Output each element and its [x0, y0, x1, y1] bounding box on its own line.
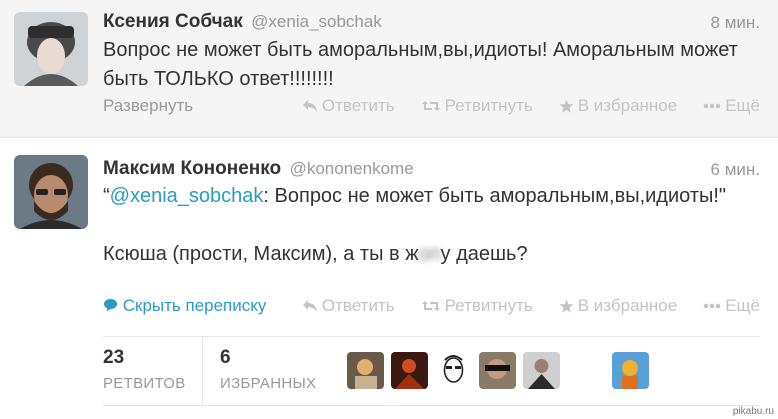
avatar[interactable]: [14, 12, 88, 86]
reply-text-part: у даешь?: [440, 243, 528, 265]
fullname[interactable]: Максим Кононенко: [103, 158, 281, 179]
favorite-label: В избранное: [577, 296, 678, 315]
favorites-stat[interactable]: 6 ИЗБРАННЫХ: [220, 347, 316, 392]
more-button[interactable]: Ещё: [703, 96, 760, 116]
reply-icon: [302, 300, 317, 312]
tweet-header: Максим Кононенко @kononenkome 6 мин.: [103, 158, 760, 182]
stats-divider: [202, 337, 203, 405]
more-label: Ещё: [725, 96, 760, 115]
username[interactable]: @kononenkome: [290, 159, 414, 178]
speech-bubble-icon: [104, 299, 117, 312]
favorites-label: ИЗБРАННЫХ: [220, 375, 317, 392]
retweet-label: Ретвитнуть: [444, 296, 533, 315]
tweet-sobchak: Ксения Собчак @xenia_sobchak 8 мин. Вопр…: [0, 0, 778, 138]
favoriter-avatar[interactable]: [347, 352, 384, 389]
favoriter-avatar[interactable]: [612, 352, 649, 389]
reply-button[interactable]: Ответить: [302, 296, 395, 316]
tweet-text: Вопрос не может быть аморальным,вы,идиот…: [103, 39, 738, 90]
favoriter-avatar[interactable]: [479, 352, 516, 389]
retweets-label: РЕТВИТОВ: [103, 375, 186, 392]
retweet-icon: [421, 301, 440, 311]
favoriter-avatar[interactable]: [435, 352, 472, 389]
quote-text: : Вопрос не может быть аморальным,вы,иди…: [263, 185, 727, 207]
reply-label: Ответить: [321, 96, 395, 115]
retweets-stat[interactable]: 23 РЕТВИТОВ: [103, 347, 186, 392]
tweet-actions: Скрыть переписку Ответить Ретвитнуть В и…: [103, 296, 760, 320]
timestamp[interactable]: 6 мин.: [711, 160, 760, 180]
tweet-header: Ксения Собчак @xenia_sobchak 8 мин.: [103, 11, 760, 35]
tweet-kononenko: Максим Кононенко @kononenkome 6 мин. “@x…: [0, 138, 778, 419]
favorite-button[interactable]: В избранное: [559, 296, 678, 316]
timestamp[interactable]: 8 мин.: [711, 13, 760, 33]
retweet-label: Ретвитнуть: [444, 96, 533, 115]
hide-conversation-label: Скрыть переписку: [122, 296, 267, 315]
tweet-text: “@xenia_sobchak: Вопрос не может быть ам…: [103, 182, 758, 269]
reply-icon: [302, 100, 317, 112]
expand-link[interactable]: Развернуть: [103, 96, 193, 116]
censored-word: оп: [418, 243, 441, 265]
favorite-label: В избранное: [577, 96, 678, 115]
favoriter-avatar[interactable]: [523, 352, 560, 389]
tweet-actions: Развернуть Ответить Ретвитнуть В избранн…: [103, 96, 760, 120]
hide-conversation-link[interactable]: Скрыть переписку: [103, 296, 266, 316]
quote-open-mark: “: [103, 185, 110, 207]
favorite-button[interactable]: В избранное: [559, 96, 678, 116]
retweet-icon: [421, 101, 440, 111]
favoriter-avatars: [347, 352, 656, 389]
avatar[interactable]: [14, 155, 88, 229]
more-dots-icon: [703, 303, 721, 309]
reply-label: Ответить: [321, 296, 395, 315]
more-button[interactable]: Ещё: [703, 296, 760, 316]
more-label: Ещё: [725, 296, 760, 315]
star-icon: [559, 99, 574, 113]
reply-button[interactable]: Ответить: [302, 96, 395, 116]
fullname[interactable]: Ксения Собчак: [103, 11, 243, 32]
more-dots-icon: [703, 103, 721, 109]
favoriter-avatar[interactable]: [391, 352, 428, 389]
favorites-count: 6: [220, 347, 231, 368]
retweet-button[interactable]: Ретвитнуть: [421, 296, 533, 316]
retweet-button[interactable]: Ретвитнуть: [421, 96, 533, 116]
quoted-tweet: “@xenia_sobchak: Вопрос не может быть ам…: [103, 182, 758, 211]
username[interactable]: @xenia_sobchak: [251, 12, 382, 31]
reply-text: Ксюша (прости, Максим), а ты в жопу даеш…: [103, 240, 758, 269]
retweets-count: 23: [103, 347, 125, 368]
reply-text-part: Ксюша (прости, Максим), а ты в ж: [103, 243, 419, 265]
tweet-stats: 23 РЕТВИТОВ 6 ИЗБРАННЫХ: [103, 336, 760, 406]
star-icon: [559, 299, 574, 313]
mention-link[interactable]: @xenia_sobchak: [110, 185, 264, 207]
watermark: pikabu.ru: [732, 406, 774, 417]
